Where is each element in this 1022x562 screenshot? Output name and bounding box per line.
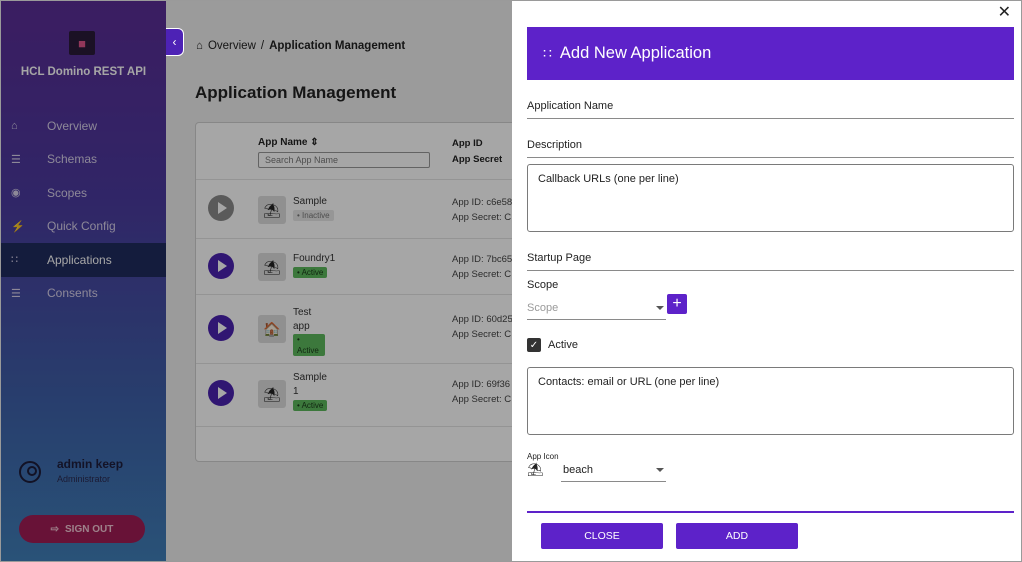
chevron-left-icon: ‹	[172, 35, 177, 49]
dialog-title: Add New Application	[559, 44, 712, 62]
app-window: ■ HCL Domino REST API ⌂ Overview ☰ Schem…	[0, 0, 1022, 562]
dialog-header: ∷ Add New Application	[527, 27, 1014, 80]
add-scope-button[interactable]: +	[667, 294, 687, 314]
dialog-footer-divider	[527, 511, 1014, 513]
scope-label: Scope	[527, 279, 559, 291]
app-icon-select[interactable]: beach	[561, 464, 666, 482]
startup-page-field[interactable]: Startup Page	[527, 252, 1014, 271]
active-checkbox[interactable]: ✓	[527, 338, 541, 352]
checkmark-icon: ✓	[529, 339, 539, 351]
chevron-down-icon	[656, 468, 664, 472]
scope-select-value: Scope	[527, 302, 559, 314]
plus-icon: +	[672, 295, 682, 312]
app-icon-select-value: beach	[563, 464, 593, 476]
add-application-dialog: ✕ ∷ Add New Application Application Name…	[512, 1, 1021, 561]
app-icon-label: App Icon	[527, 452, 559, 461]
callback-urls-textarea[interactable]: Callback URLs (one per line)	[527, 164, 1014, 232]
contacts-textarea[interactable]: Contacts: email or URL (one per line)	[527, 367, 1014, 435]
active-label: Active	[548, 339, 578, 351]
chevron-down-icon	[656, 306, 664, 310]
add-button[interactable]: ADD	[676, 523, 798, 549]
apps-grid-icon: ∷	[543, 45, 552, 61]
collapse-sidebar-button[interactable]: ‹	[166, 28, 184, 56]
description-field[interactable]: Description	[527, 139, 1014, 158]
beach-icon: ⛱	[527, 462, 544, 477]
scope-select[interactable]: Scope	[527, 302, 666, 320]
modal-backdrop[interactable]	[1, 1, 512, 561]
application-name-field[interactable]: Application Name	[527, 100, 1014, 119]
close-button[interactable]: CLOSE	[541, 523, 663, 549]
close-icon[interactable]: ✕	[998, 2, 1011, 22]
